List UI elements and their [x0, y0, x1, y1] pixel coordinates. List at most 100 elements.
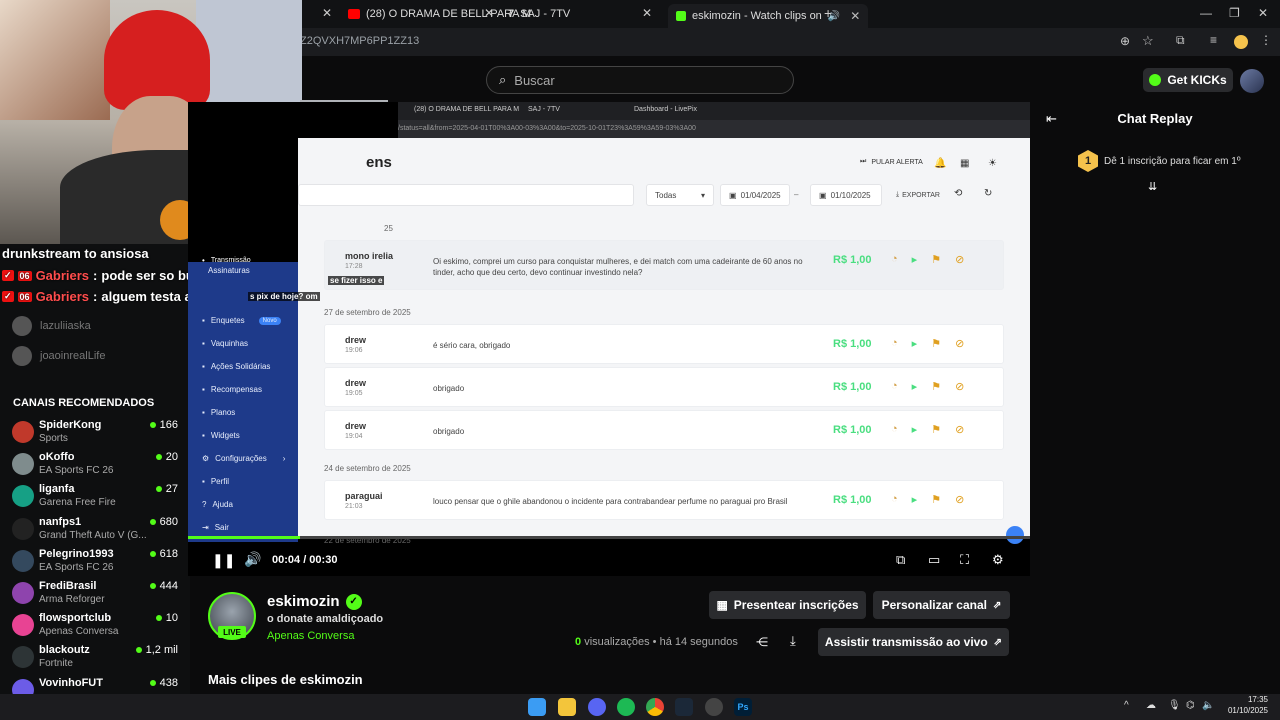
block-icon[interactable]: ⊘: [955, 337, 964, 350]
block-icon[interactable]: ⊘: [955, 493, 964, 506]
sidebar-item-ajuda[interactable]: ? Ajuda: [202, 500, 233, 509]
close-tab-icon[interactable]: ✕: [642, 6, 652, 20]
browser-tab-youtube[interactable]: (28) O DRAMA DE BELL PARA M: [348, 4, 531, 24]
subscription-promo[interactable]: 1 Dê 1 inscrição para ficar em 1º: [1078, 150, 1240, 172]
sidebar-item-sair[interactable]: ⇥ Sair: [202, 523, 229, 532]
new-tab-icon[interactable]: +: [824, 5, 832, 21]
sidebar-item-perfil[interactable]: ▪ Perfil: [202, 477, 229, 486]
block-icon[interactable]: ⊘: [955, 423, 964, 436]
date-to-input[interactable]: ▣ 01/10/2025: [810, 184, 882, 206]
sidebar-item-planos[interactable]: ▪ Planos: [202, 408, 235, 417]
followed-channel[interactable]: joaoinrealLife: [12, 346, 105, 366]
windows-start-icon[interactable]: [528, 698, 546, 716]
get-kicks-button[interactable]: Get KICKs: [1143, 68, 1233, 92]
donation-row[interactable]: drew 19:04 obrigado R$ 1,00 ◔ ▸ ⚑ ⊘: [324, 410, 1004, 450]
fullscreen-icon[interactable]: ⛶: [960, 552, 969, 568]
channel-name[interactable]: eskimozin ✓: [267, 593, 362, 610]
close-tab-icon[interactable]: ✕: [850, 9, 860, 23]
replay-alert-icon[interactable]: ◔: [891, 423, 898, 436]
recommended-channel[interactable]: FrediBrasil Arma Reforger 444: [12, 580, 178, 612]
sidebar-item-enquetes[interactable]: ▪ Enquetes Novo: [202, 316, 281, 325]
user-avatar[interactable]: [1240, 69, 1264, 93]
export-button[interactable]: ⤓ EXPORTAR: [888, 184, 940, 206]
replay-alert-icon[interactable]: ◔: [891, 337, 898, 350]
file-explorer-icon[interactable]: [558, 698, 576, 716]
system-clock[interactable]: 17:35 01/10/2025: [1218, 694, 1268, 716]
browser-menu-icon[interactable]: ⋮: [1260, 33, 1272, 47]
zoom-icon[interactable]: ⊕: [1120, 34, 1130, 48]
sidebar-item-transmissao[interactable]: • Transmissão: [202, 256, 251, 265]
obs-icon[interactable]: [705, 698, 723, 716]
pip-icon[interactable]: ⧉: [896, 552, 905, 568]
close-tab-icon[interactable]: ✕: [484, 6, 494, 20]
date-from-input[interactable]: ▣ 01/04/2025: [720, 184, 790, 206]
search-input[interactable]: ⌕ Buscar: [486, 66, 794, 94]
sidebar-item-assinaturas[interactable]: Assinaturas: [202, 266, 250, 275]
extensions-icon[interactable]: ⧉: [1176, 33, 1185, 48]
donation-row[interactable]: paraguai 21:03 louco pensar que o ghile ab…: [324, 480, 1004, 520]
donation-row[interactable]: mono irelia 17:28 Oi eskimo, comprei um cu…: [324, 240, 1004, 290]
watch-live-button[interactable]: Assistir transmissão ao vivo ⇗: [818, 628, 1009, 656]
recommended-channel[interactable]: Pelegrino1993 EA Sports FC 26 618: [12, 548, 178, 580]
progress-track[interactable]: [188, 536, 1030, 539]
clip-player[interactable]: (28) O DRAMA DE BELL PARA M SAJ - 7TV Da…: [188, 102, 1030, 576]
customize-channel-button[interactable]: Personalizar canal ⇗: [873, 591, 1010, 619]
recommended-channel[interactable]: blackoutz Fortnite 1,2 mil: [12, 644, 178, 676]
flag-icon[interactable]: ⚑: [931, 423, 941, 436]
recommended-channel[interactable]: liganfa Garena Free Fire 27: [12, 483, 178, 515]
recommended-channel[interactable]: flowsportclub Apenas Conversa 10: [12, 612, 178, 644]
block-icon[interactable]: ⊘: [955, 253, 964, 266]
close-window-icon[interactable]: ✕: [1258, 6, 1268, 20]
refresh-icon[interactable]: ↻: [984, 188, 992, 199]
theater-icon[interactable]: ▭: [928, 552, 940, 568]
media-control-icon[interactable]: ≡: [1210, 33, 1217, 47]
category-link[interactable]: Apenas Conversa: [267, 630, 354, 642]
gift-subs-button[interactable]: ▦ Presentear inscrições: [709, 591, 866, 619]
sidebar-item-recompensas[interactable]: ▪ Recompensas: [202, 385, 262, 394]
url-text[interactable]: Z2QVXH7MP6PP1ZZ13: [300, 35, 419, 47]
search-filter-input[interactable]: [298, 184, 634, 206]
sync-icon[interactable]: ⟲: [954, 188, 962, 199]
play-icon[interactable]: ▸: [912, 423, 918, 436]
layout-icon[interactable]: ▦: [960, 158, 969, 169]
cloud-icon[interactable]: ☁: [1146, 700, 1156, 711]
network-icon[interactable]: ⌬: [1186, 700, 1195, 711]
discord-icon[interactable]: [588, 698, 606, 716]
block-icon[interactable]: ⊘: [955, 380, 964, 393]
followed-channel[interactable]: lazuliiaska: [12, 316, 91, 336]
flag-icon[interactable]: ⚑: [931, 337, 941, 350]
minimize-icon[interactable]: —: [1200, 6, 1212, 20]
recommended-channel[interactable]: oKoffo EA Sports FC 26 20: [12, 451, 178, 483]
sidebar-item-vaquinhas[interactable]: ▪ Vaquinhas: [202, 339, 248, 348]
flag-icon[interactable]: ⚑: [931, 380, 941, 393]
sidebar-item-widgets[interactable]: ▪ Widgets: [202, 431, 240, 440]
photoshop-icon[interactable]: Ps: [734, 698, 752, 716]
profile-avatar[interactable]: [1234, 35, 1248, 49]
close-tab-icon[interactable]: ✕: [322, 6, 332, 20]
recommended-channel[interactable]: SpiderKong Sports 166: [12, 419, 178, 451]
expand-icon[interactable]: ⇊: [1148, 180, 1157, 193]
replay-alert-icon[interactable]: ◔: [891, 253, 898, 266]
play-icon[interactable]: ▸: [912, 493, 918, 506]
donation-row[interactable]: drew 19:06 é sério cara, obrigado R$ 1,00 ◔ ▸…: [324, 324, 1004, 364]
browser-tab-kick-active[interactable]: eskimozin - Watch clips on 🔊 ✕: [668, 4, 869, 28]
recommended-channel[interactable]: nanfps1 Grand Theft Auto V (G... 680: [12, 516, 178, 548]
pause-icon[interactable]: ❚❚: [212, 552, 235, 569]
flag-icon[interactable]: ⚑: [931, 253, 941, 266]
donation-row[interactable]: drew 19:05 obrigado R$ 1,00 ◔ ▸ ⚑ ⊘: [324, 367, 1004, 407]
theme-icon[interactable]: ☀: [988, 158, 997, 169]
replay-alert-icon[interactable]: ◔: [891, 380, 898, 393]
play-icon[interactable]: ▸: [912, 253, 918, 266]
chrome-icon[interactable]: [646, 698, 664, 716]
tray-chevron-icon[interactable]: ^: [1124, 700, 1129, 711]
sidebar-item-configuracoes[interactable]: ⚙ Configurações ›: [202, 454, 285, 463]
mic-icon[interactable]: 🎙: [1168, 700, 1181, 711]
settings-icon[interactable]: ⚙: [992, 552, 1004, 568]
speaker-icon[interactable]: 🔈: [1202, 700, 1214, 711]
share-icon[interactable]: ⋲: [756, 635, 768, 649]
support-chat-icon[interactable]: [1006, 526, 1024, 544]
play-icon[interactable]: ▸: [912, 380, 918, 393]
pular-alerta-button[interactable]: ⏭ PULAR ALERTA: [860, 158, 923, 166]
restore-icon[interactable]: ❐: [1229, 6, 1240, 20]
play-icon[interactable]: ▸: [912, 337, 918, 350]
